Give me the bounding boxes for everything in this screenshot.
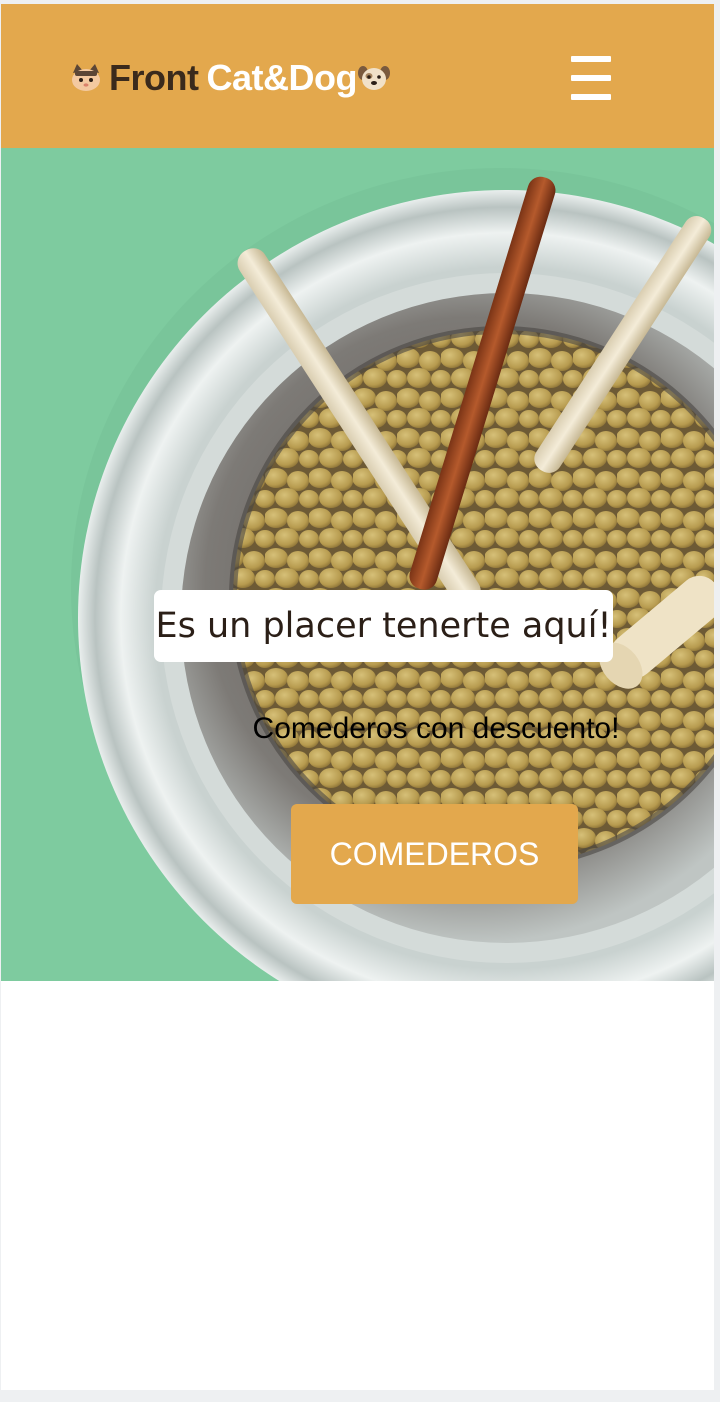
welcome-message: Es un placer tenerte aquí! — [154, 590, 613, 662]
logo-front-text: Front — [109, 57, 199, 98]
hamburger-menu-icon[interactable] — [569, 54, 613, 102]
hero-banner: Es un placer tenerte aquí! Comederos con… — [1, 148, 714, 981]
comederos-button[interactable]: COMEDEROS — [291, 804, 578, 904]
site-logo[interactable]: Front Cat&Dog — [69, 56, 391, 100]
dog-icon — [357, 66, 390, 90]
logo-catdog-text: Cat&Dog — [206, 57, 357, 98]
page: Front Cat&Dog Es un placer tenerte aquí!… — [1, 4, 714, 1390]
site-header: Front Cat&Dog — [1, 4, 714, 148]
cat-icon — [72, 64, 100, 91]
promo-text: Comederos con descuento! — [252, 712, 620, 745]
